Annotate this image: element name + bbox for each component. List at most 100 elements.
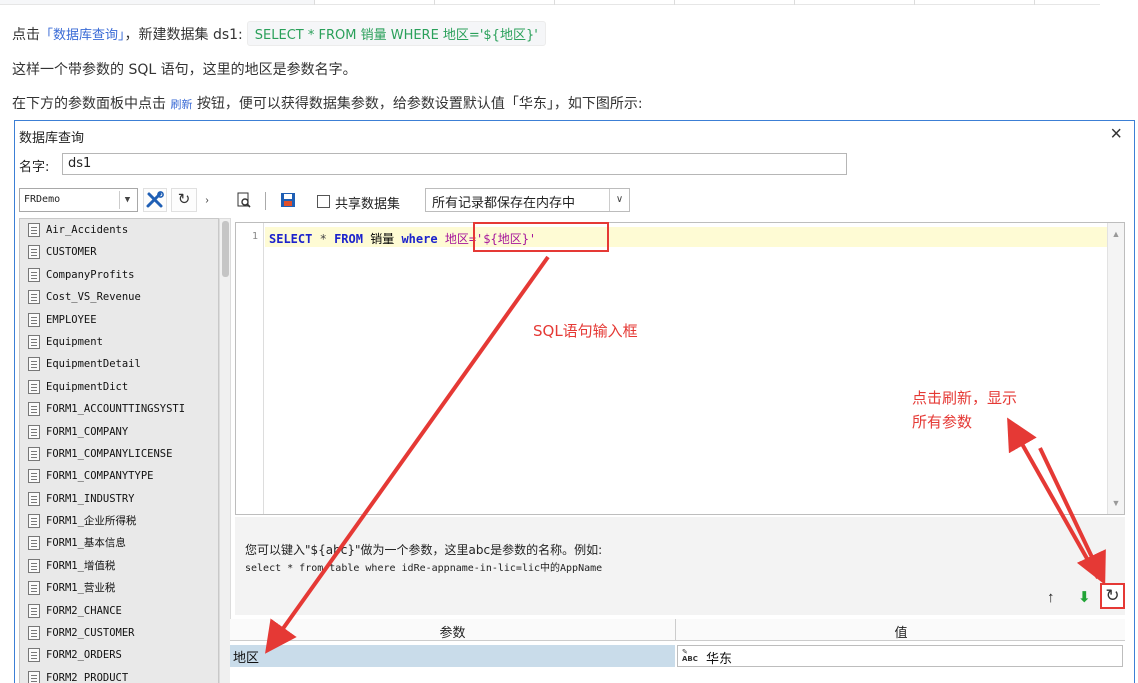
table-name: Equipment — [46, 335, 103, 348]
list-item[interactable]: FORM1_COMPANYLICENSE — [20, 443, 218, 465]
table-name: FORM2_ORDERS — [46, 649, 122, 662]
refresh-icon: ↻ — [177, 191, 191, 208]
list-item[interactable]: FORM1_基本信息 — [20, 532, 218, 554]
table-icon — [28, 357, 40, 372]
table-icon — [28, 603, 40, 618]
list-item[interactable]: FORM2_ORDERS — [20, 644, 218, 666]
scrollbar-thumb[interactable] — [222, 221, 229, 277]
table-icon — [28, 558, 40, 573]
table-icon — [28, 514, 40, 529]
table-icon — [28, 223, 40, 237]
table-name: EquipmentDict — [46, 380, 129, 393]
table-name: FORM2_PRODUCT — [46, 671, 129, 683]
list-item[interactable]: CUSTOMER — [20, 241, 218, 263]
refresh-link[interactable]: 刷新 — [170, 98, 192, 111]
list-item[interactable]: EquipmentDetail — [20, 353, 218, 375]
table-icon — [28, 334, 40, 349]
table-col-sep — [554, 0, 555, 5]
paragraph-refresh-instruction: 在下方的参数面板中点击 刷新 按钮，便可以获得数据集参数，给参数设置默认值「华东… — [12, 93, 643, 113]
list-item[interactable]: FORM1_COMPANY — [20, 421, 218, 443]
table-icon — [28, 402, 40, 417]
move-down-icon[interactable]: ⬇ — [1078, 588, 1091, 606]
param-value-cell[interactable]: ✎ ABC 华东 — [677, 645, 1123, 667]
table-icon — [28, 290, 40, 305]
scroll-up-icon[interactable]: ▲ — [1108, 229, 1124, 239]
list-item[interactable]: FORM1_COMPANYTYPE — [20, 465, 218, 487]
sql-star: * — [319, 232, 327, 246]
scroll-down-icon[interactable]: ▼ — [1108, 498, 1124, 508]
editor-toolbar: 共享数据集 所有记录都保存在内存中 ∨ — [235, 186, 1125, 214]
overflow-chevron-icon[interactable]: › — [199, 188, 215, 212]
refresh-icon: ↻ — [1105, 586, 1120, 605]
param-name-cell[interactable]: 地区 — [230, 645, 675, 667]
table-col-sep — [314, 0, 315, 5]
table-name: FORM1_企业所得税 — [46, 515, 137, 528]
move-up-icon[interactable]: ↑ — [1047, 589, 1055, 606]
refresh-params-button[interactable]: ↻ — [1100, 583, 1125, 609]
connection-select[interactable]: FRDemo ▼ — [19, 188, 138, 212]
table-name: FORM1_COMPANYLICENSE — [46, 447, 173, 460]
close-icon[interactable]: × — [1110, 123, 1122, 145]
table-icon — [28, 648, 40, 663]
dataset-name-input[interactable]: ds1 — [62, 153, 847, 175]
p1-mid: ，新建数据集 ds1: — [124, 27, 243, 43]
refresh-tables-button[interactable]: ↻ — [171, 188, 197, 212]
save-icon[interactable] — [279, 192, 297, 210]
table-icon — [28, 581, 40, 596]
list-item[interactable]: FORM1_ACCOUNTTINGSYSTI — [20, 398, 218, 420]
table-name: FORM1_营业税 — [46, 582, 116, 595]
table-name: FORM1_COMPANY — [46, 425, 129, 438]
list-item[interactable]: CompanyProfits — [20, 264, 218, 286]
table-name: FORM1_ACCOUNTTINGSYSTI — [46, 403, 186, 416]
share-dataset-checkbox[interactable] — [317, 195, 330, 208]
table-name: Air_Accidents — [46, 224, 129, 236]
table-icon — [28, 626, 40, 641]
sql-code-line[interactable]: SELECT * FROM 销量 where 地区='${地区}' — [265, 227, 1107, 247]
table-icon — [28, 312, 40, 327]
paragraph-sql-explain: 这样一个带参数的 SQL 语句，这里的地区是参数名字。 — [12, 62, 357, 78]
list-item[interactable]: Equipment — [20, 331, 218, 353]
list-item[interactable]: FORM1_INDUSTRY — [20, 488, 218, 510]
list-item[interactable]: FORM1_企业所得税 — [20, 510, 218, 532]
table-list-scrollbar[interactable] — [219, 218, 231, 683]
list-item[interactable]: FORM2_CUSTOMER — [20, 622, 218, 644]
list-item[interactable]: EMPLOYEE — [20, 309, 218, 331]
table-row[interactable]: 地区 ✎ ABC 华东 — [230, 645, 1125, 667]
list-item[interactable]: FORM2_CHANCE — [20, 600, 218, 622]
db-query-link[interactable]: 「数据库查询」 — [40, 28, 125, 43]
list-item[interactable]: Air_Accidents — [20, 219, 218, 241]
list-item[interactable]: FORM2_PRODUCT — [20, 667, 218, 683]
table-name: CompanyProfits — [46, 268, 135, 281]
table-browser: FRDemo ▼ ↻ › Air_Accidents CUSTOMER Compan… — [19, 186, 231, 683]
editor-scrollbar[interactable]: ▲ ▼ — [1107, 223, 1124, 514]
list-item[interactable]: FORM1_增值税 — [20, 555, 218, 577]
table-icon — [28, 267, 40, 282]
sql-editor[interactable]: 1 SELECT * FROM 销量 where 地区='${地区}' ▲ ▼ — [235, 222, 1125, 515]
cache-mode-select[interactable]: 所有记录都保存在内存中 ∨ — [425, 188, 630, 212]
table-col-sep — [674, 0, 675, 5]
list-item[interactable]: EquipmentDict — [20, 376, 218, 398]
inline-sql-code: SELECT * FROM 销量 WHERE 地区='${地区}' — [246, 21, 546, 46]
table-col-sep — [1034, 0, 1035, 5]
string-type-icon[interactable]: ✎ ABC — [682, 649, 698, 663]
line-number: 1 — [251, 231, 258, 242]
name-label: 名字: — [19, 160, 50, 175]
table-name: FORM1_INDUSTRY — [46, 492, 135, 505]
list-item[interactable]: Cost_VS_Revenue — [20, 286, 218, 308]
table-icon — [28, 424, 40, 439]
p3-prefix: 在下方的参数面板中点击 — [12, 96, 166, 112]
chevron-down-icon[interactable]: ∨ — [609, 189, 629, 211]
list-item[interactable]: FORM1_营业税 — [20, 577, 218, 599]
preview-icon[interactable] — [235, 192, 253, 210]
edit-connection-button[interactable] — [143, 188, 167, 212]
paragraph-new-dataset: 点击「数据库查询」，新建数据集 ds1: SELECT * FROM 销量 WHE… — [12, 21, 546, 46]
table-col-sep — [914, 0, 915, 5]
param-name-column-header: 参数 — [439, 626, 466, 641]
sql-keyword-where: where — [401, 232, 438, 246]
chevron-down-icon[interactable]: ▼ — [119, 191, 135, 209]
table-name: FORM1_COMPANYTYPE — [46, 470, 154, 483]
annotation-refresh-line2: 所有参数 — [912, 413, 973, 431]
line-gutter: 1 — [236, 223, 264, 514]
cache-mode-value: 所有记录都保存在内存中 — [432, 196, 576, 211]
param-value-text: 华东 — [706, 652, 733, 667]
